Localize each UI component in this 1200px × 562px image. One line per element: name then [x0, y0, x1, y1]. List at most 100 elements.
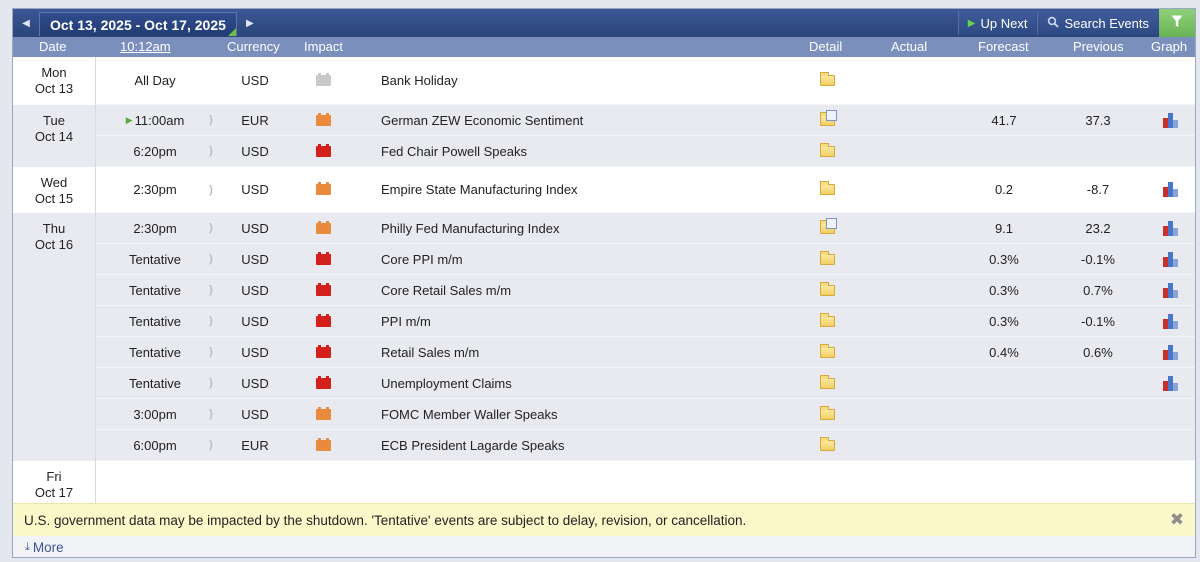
col-time-current[interactable]: 10:12am — [120, 39, 171, 54]
impact-high-icon[interactable] — [315, 375, 331, 389]
prev-week-button[interactable]: ◀ — [13, 9, 39, 37]
event-row[interactable]: Tentative) USD Core Retail Sales m/m 0.3% 0.… — [13, 275, 1195, 306]
event-time: 3:00pm — [133, 406, 177, 422]
alert-bell-icon[interactable]: ) — [203, 244, 219, 274]
event-previous — [1063, 430, 1133, 460]
more-link[interactable]: ⤓ More — [13, 536, 1195, 557]
event-row[interactable]: 6:20pm) USD Fed Chair Powell Speaks — [13, 136, 1195, 167]
impact-cell — [303, 105, 343, 135]
folder-document-icon[interactable] — [819, 109, 837, 126]
event-row[interactable]: 2:30pm) USD Empire State Manufacturing Ind… — [13, 167, 1195, 213]
bar-chart-icon[interactable] — [1162, 313, 1179, 329]
impact-high-icon[interactable] — [315, 344, 331, 358]
event-row[interactable]: ▶ 11:00am) EUR German ZEW Economic Sentimen… — [13, 105, 1195, 136]
alert-bell-icon[interactable]: ) — [203, 136, 219, 166]
event-title[interactable]: Bank Holiday — [381, 57, 801, 104]
event-time: Tentative — [128, 282, 182, 298]
event-title[interactable]: Core Retail Sales m/m — [381, 275, 801, 305]
impact-high-icon[interactable] — [315, 282, 331, 296]
event-forecast: 0.3% — [989, 313, 1019, 329]
alert-bell-icon[interactable]: ) — [203, 337, 219, 367]
impact-medium-icon[interactable] — [315, 220, 331, 234]
day-date: Oct 14 — [34, 129, 74, 144]
folder-icon[interactable] — [819, 181, 835, 195]
event-title[interactable]: ECB President Lagarde Speaks — [381, 430, 801, 460]
event-title[interactable]: Retail Sales m/m — [381, 337, 801, 367]
alert-bell-icon[interactable]: ) — [203, 275, 219, 305]
event-title[interactable]: Philly Fed Manufacturing Index — [381, 213, 801, 243]
event-row[interactable]: 6:00pm) EUR ECB President Lagarde Speaks — [13, 430, 1195, 461]
alert-bell-icon[interactable]: ) — [203, 105, 219, 135]
alert-bell-icon[interactable]: ) — [203, 167, 219, 212]
folder-icon[interactable] — [819, 374, 835, 389]
event-title[interactable]: FOMC Member Waller Speaks — [381, 399, 801, 429]
event-time-cell: All Day — [97, 57, 213, 104]
folder-icon[interactable] — [819, 142, 835, 157]
bar-chart-icon[interactable] — [1162, 344, 1179, 360]
event-actual — [873, 306, 943, 336]
folder-icon[interactable] — [819, 343, 835, 358]
impact-medium-icon[interactable] — [315, 406, 331, 420]
alert-bell-icon[interactable]: ) — [203, 399, 219, 429]
alert-bell-icon[interactable]: ) — [203, 430, 219, 460]
event-currency: USD — [241, 143, 269, 159]
event-row[interactable]: 3:00pm) USD FOMC Member Waller Speaks — [13, 399, 1195, 430]
bar-chart-icon[interactable] — [1162, 375, 1179, 391]
alert-bell-icon[interactable]: ) — [203, 368, 219, 398]
event-time-cell: Tentative — [97, 337, 213, 367]
event-actual — [873, 399, 943, 429]
event-title[interactable]: PPI m/m — [381, 306, 801, 336]
event-row[interactable]: Tentative) USD PPI m/m 0.3% -0.1% — [13, 306, 1195, 337]
event-actual — [873, 430, 943, 460]
calendar-widget: ◀ Oct 13, 2025 - Oct 17, 2025 ▶ ▶ Up Nex… — [12, 8, 1196, 558]
next-week-button[interactable]: ▶ — [237, 9, 263, 37]
folder-icon[interactable] — [819, 72, 835, 86]
impact-medium-icon[interactable] — [315, 182, 331, 195]
event-row[interactable]: Tentative) USD Retail Sales m/m 0.4% 0.6% — [13, 337, 1195, 368]
event-row[interactable]: Tentative) USD Core PPI m/m 0.3% -0.1% — [13, 244, 1195, 275]
close-icon[interactable]: ✖ — [1169, 511, 1185, 528]
impact-cell — [303, 136, 343, 166]
bar-chart-icon[interactable] — [1162, 220, 1179, 236]
bar-chart-icon[interactable] — [1162, 251, 1179, 267]
date-range-selector[interactable]: Oct 13, 2025 - Oct 17, 2025 — [39, 12, 237, 36]
folder-icon[interactable] — [819, 281, 835, 296]
folder-icon[interactable] — [819, 250, 835, 265]
bar-chart-icon[interactable] — [1162, 282, 1179, 298]
event-currency: USD — [241, 375, 269, 391]
graph-cell — [1153, 337, 1187, 367]
alert-bell-icon[interactable]: ) — [203, 213, 219, 243]
folder-document-icon[interactable] — [819, 217, 837, 234]
day-date: Oct 17 — [34, 485, 74, 500]
event-title[interactable]: Unemployment Claims — [381, 368, 801, 398]
graph-cell — [1153, 105, 1187, 135]
alert-bell-icon[interactable]: ) — [203, 306, 219, 336]
event-row[interactable]: All Day USD Bank Holiday — [13, 57, 1195, 105]
graph-cell — [1153, 306, 1187, 336]
folder-icon[interactable] — [819, 312, 835, 327]
impact-high-icon[interactable] — [315, 313, 331, 327]
event-row[interactable]: Tentative) USD Unemployment Claims — [13, 368, 1195, 399]
impact-holiday-icon[interactable] — [315, 73, 331, 86]
notice-text: U.S. government data may be impacted by … — [24, 512, 747, 528]
search-events-button[interactable]: Search Events — [1037, 11, 1158, 35]
folder-icon[interactable] — [819, 436, 835, 451]
impact-medium-icon[interactable] — [315, 437, 331, 451]
event-title[interactable]: Core PPI m/m — [381, 244, 801, 274]
impact-high-icon[interactable] — [315, 143, 331, 157]
event-forecast — [969, 368, 1039, 398]
event-title[interactable]: German ZEW Economic Sentiment — [381, 105, 801, 135]
event-title[interactable]: Fed Chair Powell Speaks — [381, 136, 801, 166]
event-currency: USD — [241, 313, 269, 329]
up-next-button[interactable]: ▶ Up Next — [957, 11, 1037, 35]
event-row[interactable]: 2:30pm) USD Philly Fed Manufacturing Index… — [13, 213, 1195, 244]
folder-icon[interactable] — [819, 405, 835, 420]
impact-medium-icon[interactable] — [315, 112, 331, 126]
bar-chart-icon[interactable] — [1162, 182, 1179, 197]
day-date: Oct 15 — [34, 191, 74, 206]
impact-cell — [303, 275, 343, 305]
event-title[interactable]: Empire State Manufacturing Index — [381, 167, 801, 212]
filter-button[interactable] — [1159, 9, 1195, 37]
bar-chart-icon[interactable] — [1162, 112, 1179, 128]
impact-high-icon[interactable] — [315, 251, 331, 265]
